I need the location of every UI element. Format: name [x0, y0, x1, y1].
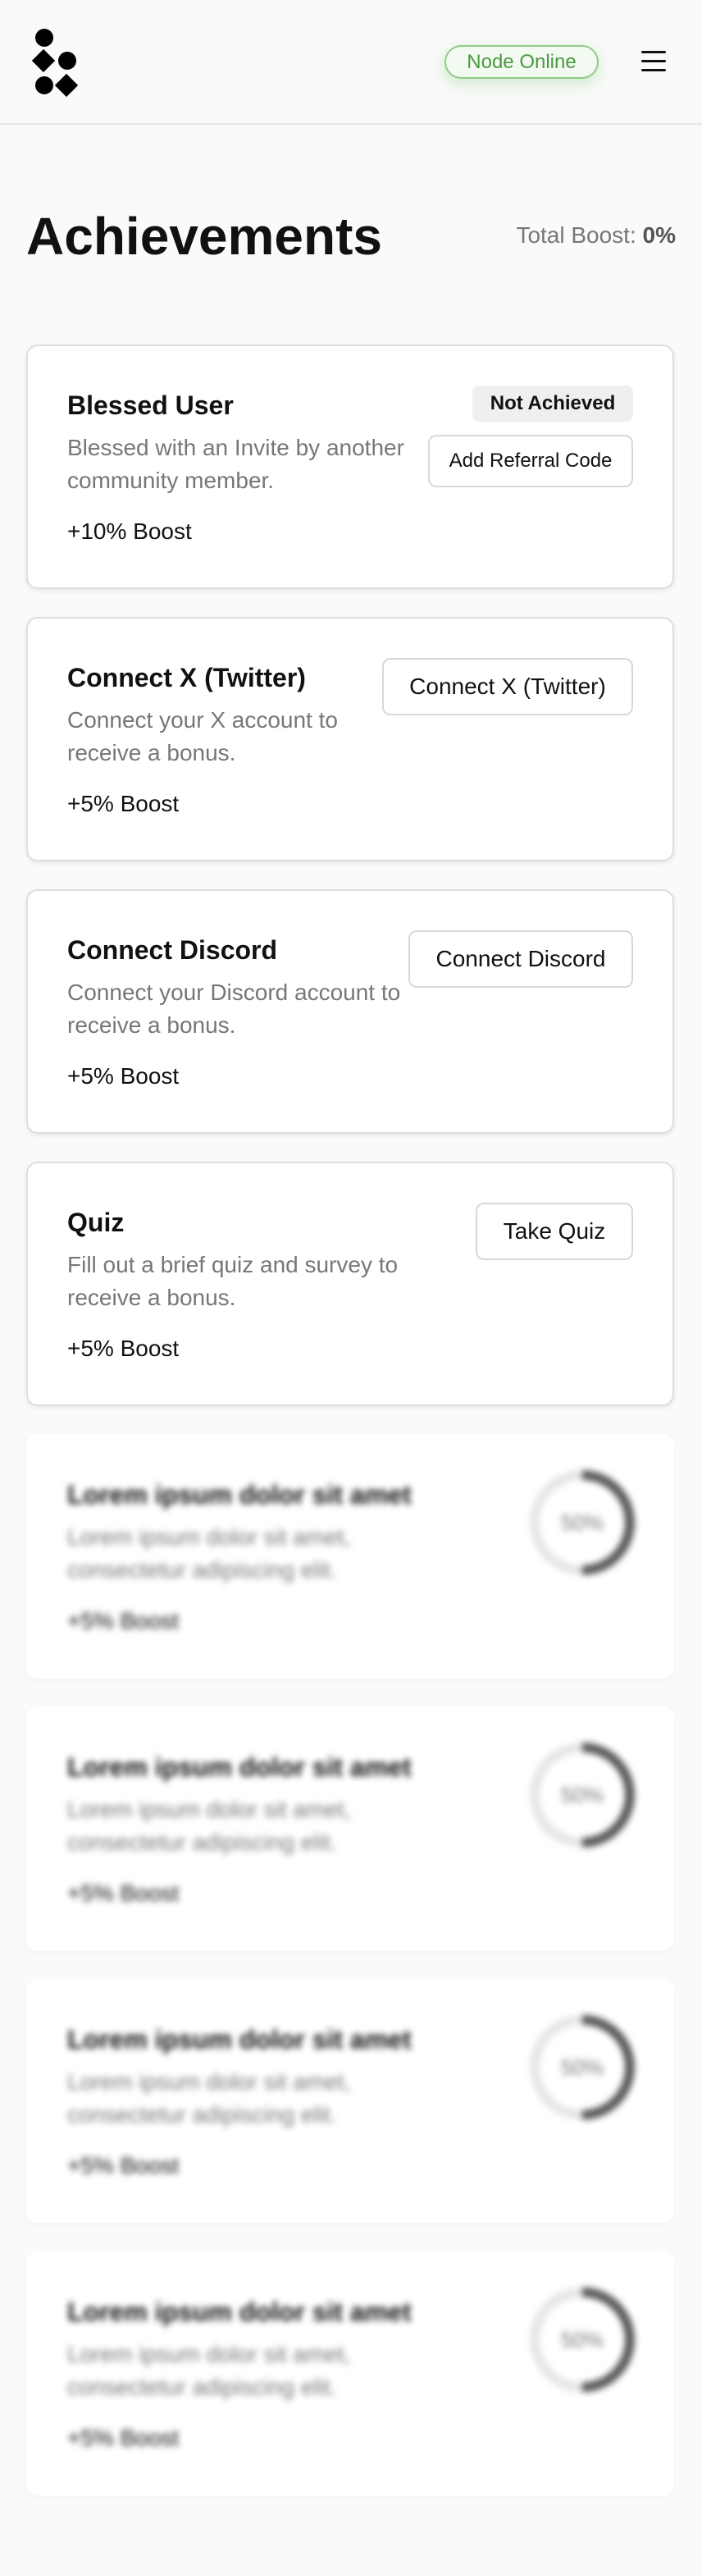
- locked-achievement-card: Lorem ipsum dolor sit amet Lorem ipsum d…: [26, 1434, 674, 1679]
- card-description: Lorem ipsum dolor sit amet, consectetur …: [67, 2069, 351, 2127]
- card-title: Lorem ipsum dolor sit amet: [67, 2297, 412, 2327]
- achievement-card-connect-x: Connect X (Twitter) Connect your X accou…: [26, 617, 674, 861]
- card-title: Lorem ipsum dolor sit amet: [67, 1480, 412, 1510]
- progress-label: 50%: [560, 1783, 604, 1807]
- card-title: Quiz: [67, 1208, 125, 1237]
- locked-achievement-card: Lorem ipsum dolor sit amet Lorem ipsum d…: [26, 1979, 674, 2223]
- card-boost: +5% Boost: [67, 791, 180, 816]
- card-description: Connect your X account to receive a bonu…: [67, 707, 338, 765]
- card-boost: +5% Boost: [67, 1608, 180, 1633]
- menu-icon[interactable]: [640, 48, 668, 75]
- card-description: Lorem ipsum dolor sit amet, consectetur …: [67, 2341, 351, 2400]
- card-title: Blessed User: [67, 391, 234, 420]
- achievement-card-quiz: Quiz Fill out a brief quiz and survey to…: [26, 1162, 674, 1406]
- card-title: Connect Discord: [67, 935, 278, 965]
- card-boost: +10% Boost: [67, 518, 192, 544]
- card-boost: +5% Boost: [67, 1336, 180, 1361]
- card-description: Fill out a brief quiz and survey to rece…: [67, 1252, 399, 1310]
- card-title: Lorem ipsum dolor sit amet: [67, 1752, 412, 1782]
- card-boost: +5% Boost: [67, 1880, 180, 1906]
- connect-discord-button[interactable]: Connect Discord: [408, 930, 633, 988]
- card-title: Connect X (Twitter): [67, 663, 306, 692]
- total-boost-value: 0%: [642, 222, 676, 248]
- locked-achievement-card: Lorem ipsum dolor sit amet Lorem ipsum d…: [26, 1706, 674, 1951]
- progress-label: 50%: [560, 1510, 604, 1535]
- progress-label: 50%: [560, 2055, 604, 2080]
- connect-x-button[interactable]: Connect X (Twitter): [382, 658, 633, 715]
- node-status-badge: Node Online: [444, 45, 599, 79]
- card-description: Connect your Discord account to receive …: [67, 980, 401, 1038]
- card-description: Lorem ipsum dolor sit amet, consectetur …: [67, 1797, 351, 1855]
- progress-label: 50%: [560, 2327, 604, 2352]
- total-boost: Total Boost: 0%: [516, 222, 676, 249]
- achievement-card-blessed-user: Blessed User Not Achieved Blessed with a…: [26, 345, 674, 589]
- add-referral-code-button[interactable]: Add Referral Code: [428, 435, 633, 487]
- total-boost-label: Total Boost:: [516, 222, 643, 248]
- page-title: Achievements: [26, 207, 382, 266]
- card-boost: +5% Boost: [67, 2153, 180, 2178]
- card-boost: +5% Boost: [67, 1063, 180, 1089]
- card-description: Lorem ipsum dolor sit amet, consectetur …: [67, 1524, 351, 1583]
- top-bar: Node Online: [0, 0, 702, 125]
- status-badge: Not Achieved: [472, 386, 633, 422]
- logo-icon[interactable]: [31, 28, 80, 97]
- card-title: Lorem ipsum dolor sit amet: [67, 2025, 412, 2054]
- locked-achievement-card: Lorem ipsum dolor sit amet Lorem ipsum d…: [26, 2251, 674, 2496]
- card-boost: +5% Boost: [67, 2425, 180, 2450]
- take-quiz-button[interactable]: Take Quiz: [476, 1203, 633, 1260]
- card-description: Blessed with an Invite by another commun…: [67, 435, 404, 493]
- achievement-card-connect-discord: Connect Discord Connect your Discord acc…: [26, 889, 674, 1134]
